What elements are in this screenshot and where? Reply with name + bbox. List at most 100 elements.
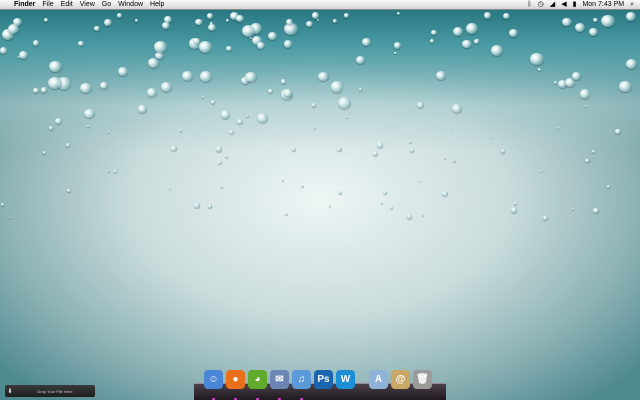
raindrop xyxy=(443,156,447,160)
raindrop xyxy=(338,190,342,194)
menu-edit[interactable]: Edit xyxy=(61,0,73,10)
raindrop xyxy=(225,154,229,158)
clock[interactable]: Mon 7:43 PM xyxy=(582,0,624,10)
firefox-icon: ● xyxy=(232,374,239,385)
raindrop xyxy=(511,207,518,213)
raindrop xyxy=(66,143,70,147)
raindrop xyxy=(591,150,596,154)
raindrop xyxy=(409,140,412,144)
raindrop xyxy=(282,179,285,181)
raindrop xyxy=(211,100,216,104)
dock-item-finder[interactable]: ☺ xyxy=(204,370,223,400)
raindrop xyxy=(473,38,480,44)
raindrop xyxy=(381,202,384,205)
raindrop xyxy=(417,101,425,108)
raindrop xyxy=(1,202,5,206)
dock-item-mail[interactable]: ✉ xyxy=(270,370,289,400)
raindrop xyxy=(431,29,437,35)
raindrop xyxy=(396,12,400,15)
raindrop xyxy=(329,205,331,207)
raindrop xyxy=(201,95,204,98)
raindrop xyxy=(409,148,415,153)
raindrop xyxy=(195,18,203,26)
raindrop xyxy=(389,206,394,209)
raindrop xyxy=(358,87,363,91)
raindrop xyxy=(539,170,542,173)
menu-window[interactable]: Window xyxy=(118,0,143,10)
raindrop xyxy=(116,12,123,18)
raindrop xyxy=(228,129,234,135)
menu-bar: Finder File Edit View Go Window Help ᛒ ◷… xyxy=(0,0,640,10)
raindrop xyxy=(606,185,611,189)
itunes-icon: ♫ xyxy=(297,374,306,385)
raindrop xyxy=(134,18,139,22)
raindrop xyxy=(236,15,244,23)
raindrop xyxy=(513,201,518,205)
menu-go[interactable]: Go xyxy=(102,0,111,10)
raindrop xyxy=(41,87,48,93)
drop-file-widget[interactable]: ⬇ Drop Your File Here xyxy=(5,385,95,397)
raindrop xyxy=(241,25,255,38)
dock-item-adium[interactable]: ◕ xyxy=(248,370,267,400)
raindrop xyxy=(147,87,157,97)
battery-icon[interactable]: ▮ xyxy=(573,0,577,10)
raindrop xyxy=(490,44,503,56)
raindrop xyxy=(556,126,560,130)
raindrop xyxy=(43,18,48,23)
menu-file[interactable]: File xyxy=(42,0,53,10)
raindrop xyxy=(199,71,212,82)
raindrop xyxy=(194,202,201,208)
menu-view[interactable]: View xyxy=(80,0,95,10)
raindrop xyxy=(311,103,316,107)
drop-file-label: Drop Your File Here xyxy=(37,388,73,394)
dock-item-photoshop[interactable]: Ps xyxy=(314,370,333,389)
raindrop xyxy=(9,216,11,219)
raindrop xyxy=(32,40,39,46)
mail-icon: ✉ xyxy=(275,374,284,385)
raindrop xyxy=(117,66,128,76)
raindrop xyxy=(442,190,448,196)
raindrop xyxy=(49,60,62,73)
volume-icon[interactable]: ◀ xyxy=(561,0,566,10)
raindrop xyxy=(452,159,456,162)
dock-item-itunes[interactable]: ♫ xyxy=(292,370,311,400)
raindrop xyxy=(107,170,110,172)
raindrop xyxy=(393,42,401,49)
raindrop xyxy=(500,149,505,153)
raindrop xyxy=(283,40,292,48)
raindrop xyxy=(94,25,101,31)
raindrop xyxy=(291,146,297,151)
raindrop xyxy=(78,40,84,46)
wifi-icon[interactable]: ◢ xyxy=(550,0,555,10)
raindrop xyxy=(207,204,212,208)
menu-app-finder[interactable]: Finder xyxy=(14,0,35,10)
raindrop xyxy=(218,161,222,165)
dock-item-trash[interactable]: 🗑 xyxy=(413,370,432,389)
raindrop xyxy=(393,51,397,55)
raindrop xyxy=(87,124,90,128)
menu-help[interactable]: Help xyxy=(150,0,164,10)
dock-item-word[interactable]: W xyxy=(336,370,355,389)
dock-item-address-book[interactable]: @ xyxy=(391,370,410,389)
raindrop xyxy=(337,147,342,151)
raindrop xyxy=(283,89,293,97)
dock-item-firefox[interactable]: ● xyxy=(226,370,245,400)
raindrop xyxy=(330,81,344,93)
raindrop xyxy=(100,81,108,89)
raindrop xyxy=(67,188,71,193)
raindrop xyxy=(593,207,599,214)
raindrop xyxy=(562,17,572,26)
raindrop xyxy=(225,18,229,22)
raindrop xyxy=(80,83,92,94)
bluetooth-icon[interactable]: ᛒ xyxy=(527,0,531,10)
dock-item-applications[interactable]: A xyxy=(369,370,388,389)
raindrop xyxy=(216,146,223,152)
raindrop xyxy=(376,142,383,149)
raindrop xyxy=(580,89,591,99)
raindrop xyxy=(601,15,615,28)
address-book-icon: @ xyxy=(395,374,406,385)
raindrop xyxy=(435,71,446,81)
raindrop xyxy=(571,207,575,211)
spotlight-icon[interactable]: ⌕ xyxy=(630,0,634,10)
time-machine-icon[interactable]: ◷ xyxy=(538,0,544,10)
